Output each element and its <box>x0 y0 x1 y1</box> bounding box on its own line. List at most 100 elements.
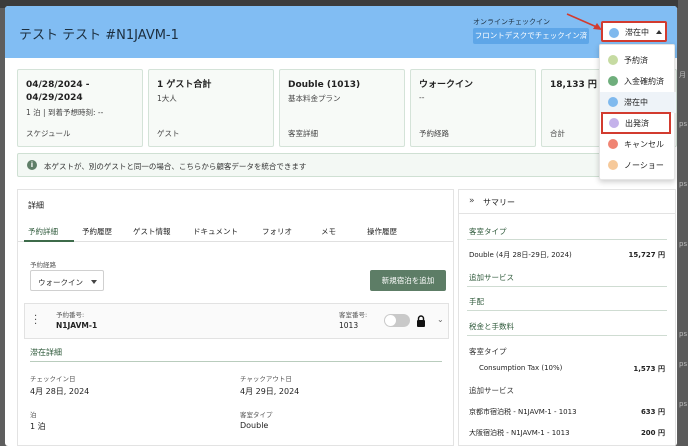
summary-title: サマリー <box>483 198 515 207</box>
schedule-dates-text: 04/28/2024 - 04/29/2024 <box>26 80 90 103</box>
room-number-label: 客室番号: <box>339 311 368 319</box>
status-dot-icon <box>608 97 618 107</box>
summary-divider <box>467 239 667 240</box>
booking-number-label: 予約番号: <box>56 311 85 319</box>
summary-room-line-amount: 15,727 円 <box>628 251 665 259</box>
collapse-icon[interactable]: » <box>469 196 475 206</box>
total-caption: 合計 <box>550 129 565 138</box>
room-lock-toggle[interactable] <box>384 314 410 327</box>
summary-tax-addon: 追加サービス <box>469 386 514 395</box>
booking-number-value: N1JAVM-1 <box>56 321 98 330</box>
channel-sub: -- <box>419 93 425 102</box>
status-dot-icon <box>608 55 618 65</box>
status-option-label: 入金確約済 <box>624 77 664 86</box>
schedule-card[interactable]: 04/28/2024 - 04/29/2024 1 泊 | 到着予想時刻: --… <box>17 69 143 147</box>
summary-header: » サマリー <box>459 190 675 214</box>
schedule-nights: 1 泊 | 到着予想時刻: -- <box>26 108 104 117</box>
room-plan: 基本料金プラン <box>288 94 341 103</box>
status-select-button[interactable]: 滞在中 <box>601 21 667 42</box>
info-icon: i <box>27 160 37 170</box>
summary-room-line: Double (4月 28日-29日, 2024) 15,727 円 <box>469 250 665 260</box>
checkin-date-value: 4月 28日, 2024 <box>30 387 90 396</box>
chevron-down-icon <box>91 280 97 284</box>
room-type-label: 客室タイプ <box>240 411 273 419</box>
summary-divider <box>467 335 667 336</box>
city-tax-1-label: 京都市宿泊税 - N1JAVM-1 - 1013 <box>469 408 577 416</box>
status-dot-icon <box>608 76 618 86</box>
status-dropdown-menu: 予約済 入金確約済 滞在中 出発済 キャンセル ノーショー <box>599 44 676 180</box>
merge-notice-text: 本ゲストが、別のゲストと同一の場合、こちらから顧客データを統合できます <box>44 162 307 171</box>
backdrop-column: 月 ps ps ps ps ps ps <box>678 0 688 446</box>
status-option-cancelled[interactable]: キャンセル <box>600 134 676 155</box>
add-stay-button[interactable]: 新規宿泊を追加 <box>370 270 446 291</box>
guest-adults: 1大人 <box>157 94 177 103</box>
status-dot-icon <box>608 139 618 149</box>
route-label: 予約経路 <box>30 261 56 269</box>
summary-cards: 04/28/2024 - 04/29/2024 1 泊 | 到着予想時刻: --… <box>17 69 677 151</box>
city-tax-2-amount: 200 円 <box>640 429 665 437</box>
status-option-in-house[interactable]: 滞在中 <box>600 92 676 113</box>
consumption-tax-label: Consumption Tax (10%) <box>479 364 563 372</box>
room-caption: 客室詳細 <box>288 129 318 138</box>
status-dot-icon <box>608 160 618 170</box>
status-option-no-show[interactable]: ノーショー <box>600 155 676 176</box>
status-option-label: ノーショー <box>624 161 664 170</box>
status-option-label: キャンセル <box>624 140 664 149</box>
summary-consumption-tax: Consumption Tax (10%) 1,573 円 <box>479 364 665 373</box>
route-select-value: ウォークイン <box>38 278 83 287</box>
checkout-date-value: 4月 29日, 2024 <box>240 387 300 396</box>
channel-name: ウォークイン <box>419 80 474 90</box>
nights-label: 泊 <box>30 411 37 419</box>
tab-reservation-details[interactable]: 予約詳細 <box>28 226 58 237</box>
status-option-reserved[interactable]: 予約済 <box>600 50 676 71</box>
details-tabs: 予約詳細 予約履歴 ゲスト情報 ドキュメント フォリオ メモ 操作履歴 <box>18 220 453 242</box>
nights-value: 1 泊 <box>30 422 46 431</box>
room-number-value: 1013 <box>339 321 359 330</box>
summary-room-line-label: Double (4月 28日-29日, 2024) <box>469 251 572 259</box>
status-dot-icon <box>609 28 619 38</box>
schedule-dates: 04/28/2024 - 04/29/2024 <box>26 79 90 105</box>
more-options-icon[interactable]: · · · <box>34 312 37 330</box>
backdrop-text: ps <box>679 330 688 338</box>
backdrop-text: 月 <box>679 71 686 79</box>
summary-tax-room-type: 客室タイプ <box>469 347 507 356</box>
status-option-label: 滞在中 <box>624 98 648 107</box>
tab-folio[interactable]: フォリオ <box>262 226 292 237</box>
room-card[interactable]: Double (1013) 基本料金プラン 客室詳細 <box>279 69 405 147</box>
reservation-title: テスト テスト #N1JAVM-1 <box>19 28 179 43</box>
guest-total: 1 ゲスト合計 <box>157 80 212 90</box>
merge-notice: i 本ゲストが、別のゲストと同一の場合、こちらから顧客データを統合できます <box>17 153 610 177</box>
backdrop-text: ps <box>679 360 688 368</box>
status-option-confirmed[interactable]: 入金確約済 <box>600 71 676 92</box>
channel-caption: 予約経路 <box>419 129 449 138</box>
summary-city-tax-2: 大阪宿泊税 - N1JAVM-1 - 1013 200 円 <box>469 428 665 438</box>
guest-card[interactable]: 1 ゲスト合計 1大人 ゲスト <box>148 69 274 147</box>
total-amount: 18,133 円 <box>550 80 597 90</box>
tab-memo[interactable]: メモ <box>321 226 336 237</box>
schedule-caption: スケジュール <box>26 129 71 138</box>
tab-guest-info[interactable]: ゲスト情報 <box>133 226 171 237</box>
backdrop-text: ps <box>679 180 688 188</box>
tab-reservation-history[interactable]: 予約履歴 <box>82 226 112 237</box>
channel-card[interactable]: ウォークイン -- 予約経路 <box>410 69 536 147</box>
route-select[interactable]: ウォークイン <box>30 270 104 291</box>
summary-city-tax-1: 京都市宿泊税 - N1JAVM-1 - 1013 633 円 <box>469 407 665 417</box>
lock-icon <box>417 315 425 327</box>
backdrop-text: ps <box>679 240 688 248</box>
city-tax-2-label: 大阪宿泊税 - N1JAVM-1 - 1013 <box>469 429 570 437</box>
checkout-date-label: チャックアウト日 <box>240 375 292 383</box>
chevron-down-icon[interactable]: ⌄ <box>437 315 444 324</box>
status-option-label: 出発済 <box>625 119 649 128</box>
summary-divider <box>467 286 667 287</box>
annotation-arrow-icon <box>566 13 602 30</box>
status-option-checked-out[interactable]: 出発済 <box>601 112 671 134</box>
tab-documents[interactable]: ドキュメント <box>193 226 238 237</box>
consumption-tax-amount: 1,573 円 <box>633 365 665 373</box>
caret-up-icon <box>656 30 662 34</box>
checkin-date-label: チェックイン日 <box>30 375 76 383</box>
details-panel: 詳細 予約詳細 予約履歴 ゲスト情報 ドキュメント フォリオ メモ 操作履歴 予… <box>17 189 454 446</box>
tab-operation-history[interactable]: 操作履歴 <box>367 226 397 237</box>
room-type-value: Double <box>240 421 269 430</box>
booking-row: · · · 予約番号: N1JAVM-1 客室番号: 1013 ⌄ <box>24 303 449 339</box>
summary-panel: » サマリー 客室タイプ Double (4月 28日-29日, 2024) 1… <box>458 189 676 446</box>
